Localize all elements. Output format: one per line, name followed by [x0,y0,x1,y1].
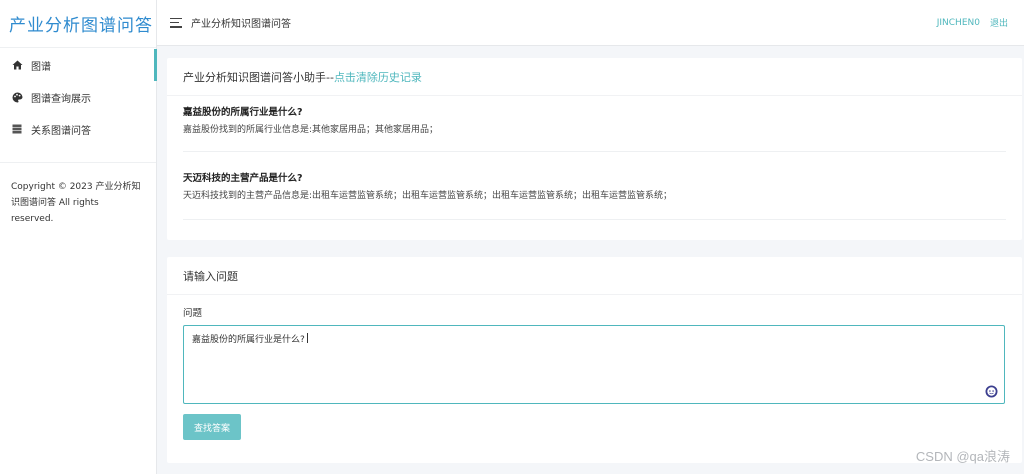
page-title: 产业分析知识图谱问答 [191,19,291,30]
sidebar-item-label: 图谱查询展示 [31,93,91,105]
menu-toggle-icon[interactable] [170,17,182,28]
qa-history-item: 嘉益股份的所属行业是什么? 嘉益股份找到的所属行业信息是:其他家居用品；其他家居… [183,96,1006,152]
copyright: Copyright © 2023 产业分析知识图谱问答 All rights r… [11,182,141,224]
emoji-assistant-icon[interactable] [985,385,998,398]
palette-icon [11,91,23,103]
username-link[interactable]: JINCHEN0 [937,18,980,28]
qa-history-header: 产业分析知识图谱问答小助手-- 点击清除历史记录 [167,58,1022,96]
sidebar-item-label: 关系图谱问答 [31,125,91,137]
clear-history-link[interactable]: 点击清除历史记录 [334,69,422,85]
question-label: 问题 [183,308,203,319]
sidebar-item-label: 图谱 [31,61,51,73]
question-form-card: 请输入问题 问题 嘉益股份的所属行业是什么? 查找答案 [167,257,1022,463]
qa-question: 天迈科技的主营产品是什么? [183,173,303,184]
qa-history-card: 产业分析知识图谱问答小助手-- 点击清除历史记录 嘉益股份的所属行业是什么? 嘉益… [167,58,1022,240]
question-input[interactable]: 嘉益股份的所属行业是什么? [183,325,1005,404]
question-input-value: 嘉益股份的所属行业是什么? [192,335,305,345]
question-form-header: 请输入问题 [167,257,1022,295]
qa-answer: 天迈科技找到的主营产品信息是:出租车运营监管系统；出租车运营监管系统；出租车运营… [183,191,673,201]
sidebar-nav: 图谱 图谱查询展示 关系图谱问答 [0,49,157,163]
qa-history-title: 产业分析知识图谱问答小助手-- [183,70,334,84]
text-caret [306,333,308,343]
top-header: 产业分析知识图谱问答 JINCHEN0 退出 [157,0,1024,46]
qa-history-item: 天迈科技的主营产品是什么? 天迈科技找到的主营产品信息是:出租车运营监管系统；出… [183,162,1006,220]
home-icon [11,59,23,71]
table-icon [11,123,23,135]
sidebar: 产业分析图谱问答 图谱 图谱查询展示 关系图谱问答 Copyright © 20… [0,0,157,474]
sidebar-item-graph[interactable]: 图谱 [0,49,157,81]
qa-answer: 嘉益股份找到的所属行业信息是:其他家居用品；其他家居用品； [183,125,439,135]
sidebar-item-relation-qa[interactable]: 关系图谱问答 [0,113,156,145]
logout-link[interactable]: 退出 [990,16,1008,29]
find-answer-button[interactable]: 查找答案 [183,414,241,440]
watermark: CSDN @qa浪涛 [915,449,1010,464]
sidebar-item-graph-query[interactable]: 图谱查询展示 [0,81,156,113]
qa-question: 嘉益股份的所属行业是什么? [183,107,303,118]
header-user-area: JINCHEN0 退出 [937,16,1008,30]
question-form-body: 问题 嘉益股份的所属行业是什么? 查找答案 [167,295,1022,440]
brand-title[interactable]: 产业分析图谱问答 [0,0,156,48]
